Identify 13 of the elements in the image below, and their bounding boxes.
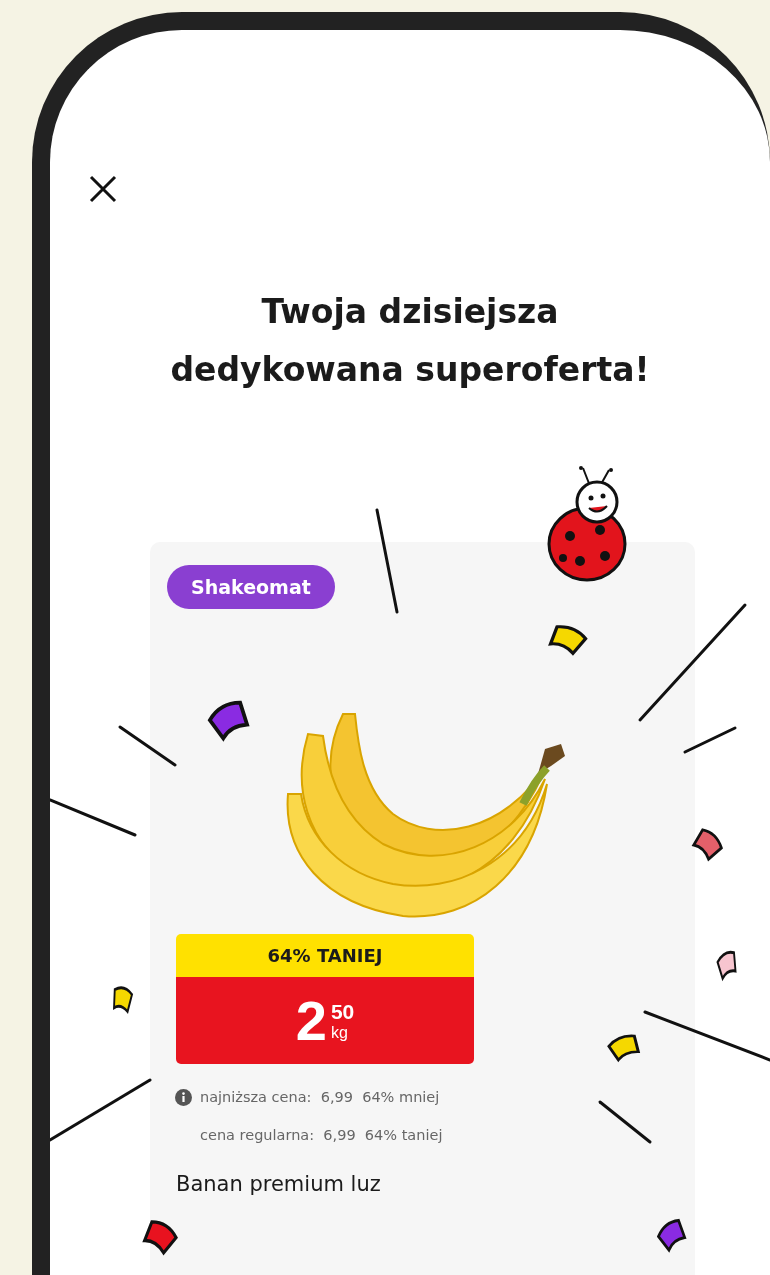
product-name: Banan premium luz <box>176 1172 382 1196</box>
category-tag: Shakeomat <box>167 565 335 609</box>
price-whole: 2 <box>295 992 327 1049</box>
burst-line <box>683 726 737 754</box>
offer-title: Twoja dzisiejsza dedykowana superoferta! <box>169 291 651 391</box>
burst-line <box>118 725 177 767</box>
price-unit: kg <box>330 1023 349 1042</box>
discount-text: 64% TANIEJ <box>267 945 383 966</box>
burst-line <box>598 1100 652 1144</box>
price-note: cena regularna: 6,99 64% taniej <box>200 1127 443 1143</box>
price-fraction: 50 <box>330 999 355 1024</box>
close-icon <box>88 174 118 204</box>
price-note: najniższa cena: 6,99 64% mniej <box>200 1089 440 1105</box>
